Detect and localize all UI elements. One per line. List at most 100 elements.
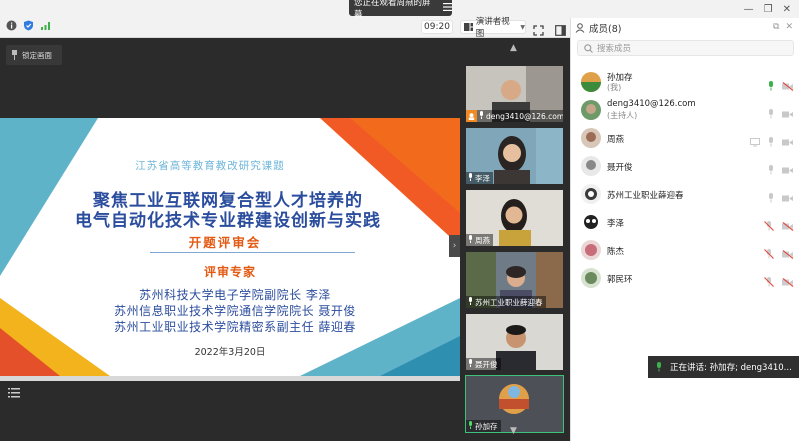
- close-button[interactable]: ✕: [783, 4, 791, 15]
- camera-off-icon[interactable]: [782, 272, 794, 291]
- member-status-icons: [764, 272, 794, 291]
- video-tile-zhouyan[interactable]: 周燕: [466, 190, 563, 246]
- mic-icon[interactable]: [768, 160, 774, 179]
- mic-icon: [468, 173, 473, 183]
- member-name: 聂开俊: [607, 163, 633, 173]
- close-panel-icon[interactable]: ✕: [785, 22, 793, 32]
- camera-icon[interactable]: [782, 188, 794, 207]
- mic-icon: [468, 235, 473, 245]
- collapse-video-column-button[interactable]: ›: [449, 235, 460, 257]
- mic-on-icon: [657, 362, 661, 372]
- member-row[interactable]: 李泽: [571, 208, 799, 236]
- video-tile-lize[interactable]: 李泽: [466, 128, 563, 184]
- lock-view-button[interactable]: 锁定画面: [6, 45, 62, 65]
- mic-icon[interactable]: [768, 132, 774, 151]
- video-tile-xueyingchun[interactable]: 苏州工业职业薛迎春: [466, 252, 563, 308]
- side-panel-icon[interactable]: [555, 21, 566, 40]
- video-label: deng3410@126.com: [466, 110, 563, 122]
- member-role: (我): [607, 83, 622, 92]
- video-tile-deng3410[interactable]: deng3410@126.com: [466, 66, 563, 122]
- screen-share-banner[interactable]: 您正在观看周燕的屏幕: [349, 0, 452, 20]
- restore-button[interactable]: ❐: [764, 4, 773, 15]
- camera-icon[interactable]: [782, 160, 794, 179]
- speaker-view-icon: [464, 23, 473, 31]
- camera-off-icon[interactable]: [782, 76, 794, 95]
- camera-icon[interactable]: [782, 132, 794, 151]
- slide-expert-3: 苏州工业职业技术学院精密系副主任 薛迎春: [114, 320, 356, 334]
- status-icons: [6, 20, 51, 31]
- members-icon: [575, 23, 585, 33]
- mic-icon[interactable]: [768, 188, 774, 207]
- avatar: [581, 240, 601, 260]
- shared-screen-area: 锁定画面 江苏省高等教育教改研究课题 聚焦工业互联网复合型人才培养的 电气自动化…: [0, 39, 460, 441]
- host-icon: [466, 110, 477, 122]
- mic-icon: [479, 111, 484, 121]
- minimize-button[interactable]: —: [744, 4, 754, 15]
- signal-icon[interactable]: [40, 20, 51, 31]
- screen-share-icon[interactable]: [750, 132, 760, 151]
- member-row[interactable]: deng3410@126.com (主持人): [571, 96, 799, 124]
- camera-off-icon[interactable]: [782, 244, 794, 263]
- members-header-actions: ⧉ ✕: [773, 22, 793, 32]
- member-row[interactable]: 苏州工业职业薛迎春: [571, 180, 799, 208]
- mic-icon: [468, 297, 473, 307]
- camera-icon[interactable]: [782, 104, 794, 123]
- menu-lines-icon[interactable]: [443, 3, 452, 13]
- scroll-up-icon[interactable]: ▲: [510, 43, 517, 53]
- member-search-input[interactable]: 搜索成员: [577, 40, 794, 56]
- member-row[interactable]: 孙加存 (我): [571, 68, 799, 96]
- avatar: [581, 268, 601, 288]
- mic-off-icon[interactable]: [764, 216, 774, 235]
- video-name: 周燕: [475, 235, 490, 245]
- info-icon[interactable]: [6, 20, 17, 31]
- fullscreen-icon[interactable]: [533, 21, 544, 40]
- member-name: 陈杰: [607, 247, 625, 257]
- members-title: 成员(8): [589, 24, 622, 35]
- slide-expert-1: 苏州科技大学电子学院副院长 李泽: [139, 288, 331, 302]
- video-name: 李泽: [475, 173, 490, 183]
- avatar: [581, 72, 601, 92]
- video-column: ▲ deng3410@126.com 李泽 周燕 苏州工业职业薛迎春 聂开俊 孙…: [460, 39, 570, 441]
- member-row[interactable]: 周燕: [571, 124, 799, 152]
- mic-on-icon[interactable]: [768, 76, 774, 95]
- video-tile-sunjiacun[interactable]: 孙加存: [465, 375, 564, 433]
- slide-meeting-name: 开题评审会: [188, 235, 262, 250]
- list-menu-icon[interactable]: [8, 383, 20, 402]
- search-icon: [584, 43, 593, 53]
- video-label: 苏州工业职业薛迎春: [466, 296, 546, 308]
- slide-expert-2: 苏州信息职业技术学院通信学院院长 聂开俊: [114, 304, 356, 318]
- video-name: 孙加存: [475, 421, 498, 431]
- mic-icon[interactable]: [768, 104, 774, 123]
- member-row[interactable]: 陈杰: [571, 236, 799, 264]
- video-label: 周燕: [466, 234, 493, 246]
- member-status-icons: [768, 104, 794, 123]
- mic-off-icon[interactable]: [764, 244, 774, 263]
- video-tile-niekaijun[interactable]: 聂开俊: [466, 314, 563, 370]
- member-status-icons: [768, 76, 794, 95]
- slide-date: 2022年3月20日: [194, 347, 266, 358]
- member-name: deng3410@126.com: [607, 99, 696, 109]
- view-mode-select[interactable]: 演讲者视图 ▼: [460, 17, 526, 39]
- slide-bottom-strip: [0, 376, 460, 381]
- mic-off-icon[interactable]: [764, 272, 774, 291]
- camera-off-icon[interactable]: [782, 216, 794, 235]
- member-row[interactable]: 聂开俊: [571, 152, 799, 180]
- member-name: 周燕: [607, 135, 625, 145]
- mic-icon: [468, 359, 473, 369]
- slide-divider: [150, 252, 355, 253]
- member-name: 郭民环: [607, 275, 633, 285]
- member-status-icons: [750, 132, 794, 151]
- slide-title-line2: 电气自动化技术专业群建设创新与实践: [75, 211, 381, 231]
- member-status-icons: [764, 216, 794, 235]
- member-row[interactable]: 郭民环: [571, 264, 799, 292]
- member-name: 苏州工业职业薛迎春: [607, 191, 684, 201]
- avatar: [581, 100, 601, 120]
- scroll-down-icon[interactable]: ▼: [510, 426, 517, 436]
- popout-icon[interactable]: ⧉: [773, 22, 779, 32]
- pin-icon: [12, 50, 17, 60]
- member-status-icons: [768, 188, 794, 207]
- video-label: 孙加存: [466, 420, 501, 432]
- shield-icon[interactable]: [23, 20, 34, 31]
- members-header: 成员(8): [571, 18, 799, 38]
- member-name: 李泽: [607, 219, 625, 229]
